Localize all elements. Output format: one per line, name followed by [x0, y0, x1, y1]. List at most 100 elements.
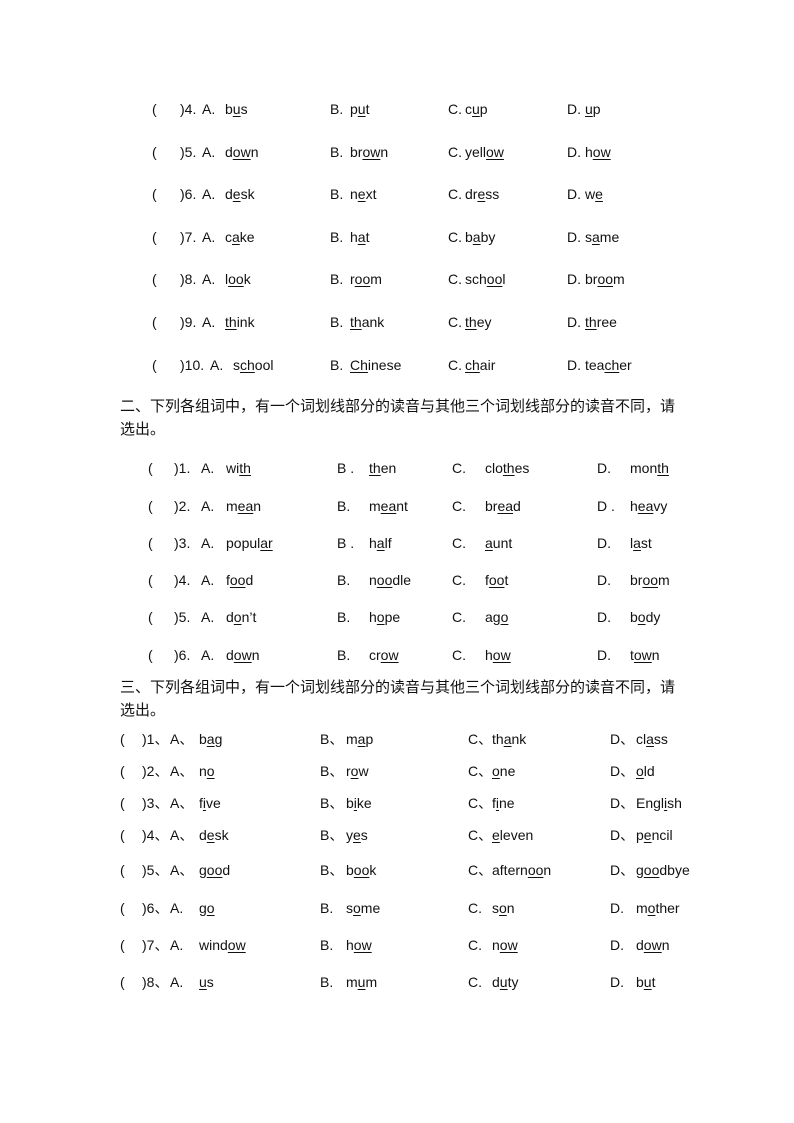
word-part: h — [346, 937, 354, 953]
word-part: d — [222, 862, 231, 878]
underlined-letters: ow — [362, 144, 381, 160]
option-label: D. — [610, 900, 624, 916]
word-part: d — [225, 144, 233, 160]
underlined-letters: oo — [643, 862, 660, 878]
word-part: ss — [653, 731, 668, 747]
option-label: A. — [210, 357, 224, 373]
underlined-letters: o — [206, 900, 215, 916]
word-part: air — [479, 357, 496, 373]
underlined-letters: ow — [232, 144, 251, 160]
underlined-letters: a — [472, 229, 481, 245]
word-part: inese — [367, 357, 402, 373]
word-part: br — [585, 271, 598, 287]
option-word: body — [630, 608, 660, 626]
option-word: cup — [465, 100, 488, 118]
question-number: )6. — [174, 647, 191, 663]
word-part: ncil — [651, 827, 673, 843]
option-word: eleven — [492, 826, 533, 844]
word-part: sch — [465, 271, 487, 287]
word-part: l — [502, 271, 506, 287]
word-part: s — [206, 974, 214, 990]
word-part: d — [245, 572, 254, 588]
option-label: A. — [170, 900, 184, 916]
option-word: broom — [630, 571, 670, 589]
word-part: me — [360, 900, 381, 916]
word-part: b — [630, 609, 638, 625]
question-number: )4、 — [142, 827, 169, 843]
option-word: down — [225, 143, 259, 161]
word-part: dle — [392, 572, 412, 588]
option-label: C. — [468, 974, 482, 990]
word-part: n — [350, 186, 358, 202]
word-part: ank — [361, 314, 385, 330]
underlined-letters: ow — [499, 937, 518, 953]
option-label: D、 — [610, 862, 635, 878]
answer-paren: ( — [120, 862, 125, 878]
underlined-letters: a — [633, 535, 641, 551]
underlined-letters: o — [637, 609, 646, 625]
word-part: clo — [485, 460, 503, 476]
option-label: B. — [330, 186, 344, 202]
word-part: p — [350, 101, 358, 117]
option-label: B、 — [320, 763, 344, 779]
word-part: wi — [226, 460, 240, 476]
option-word: goodbye — [636, 861, 690, 879]
underlined-letters: ow — [643, 937, 662, 953]
word-part: d — [636, 937, 644, 953]
word-part: p — [636, 827, 644, 843]
option-label: B、 — [320, 795, 344, 811]
word-part: h — [369, 535, 377, 551]
word-part: s — [585, 229, 592, 245]
option-word: bike — [346, 794, 372, 812]
option-label: B. — [320, 900, 334, 916]
underlined-letters: ch — [604, 357, 620, 373]
underlined-letters: oo — [642, 572, 659, 588]
word-part: unt — [492, 535, 513, 551]
underlined-letters: a — [646, 731, 654, 747]
option-word: duty — [492, 973, 518, 991]
option-label: C. — [448, 144, 462, 160]
option-word: one — [492, 762, 515, 780]
word-part: ve — [206, 795, 221, 811]
option-label: D、 — [610, 827, 635, 843]
option-label: D. — [610, 937, 624, 953]
option-label: C. — [448, 357, 462, 373]
word-part: br — [485, 498, 498, 514]
option-label: D. — [567, 357, 581, 373]
word-part: w — [585, 186, 596, 202]
option-word: up — [585, 100, 601, 118]
option-label: A. — [202, 101, 216, 117]
option-label: C、 — [468, 862, 493, 878]
option-label: B . — [337, 535, 355, 551]
answer-paren: ( — [120, 900, 125, 916]
option-label: C. — [448, 186, 462, 202]
answer-paren: ( — [148, 609, 153, 625]
option-label: D. — [567, 101, 581, 117]
option-label: A、 — [170, 731, 194, 747]
option-word: map — [346, 730, 373, 748]
option-word: clothes — [485, 459, 529, 477]
option-word: yellow — [465, 143, 504, 161]
word-part: g — [636, 862, 644, 878]
word-part: me — [599, 229, 620, 245]
word-part: dy — [645, 609, 661, 625]
question-number: )5. — [174, 609, 191, 625]
option-label: A、 — [170, 827, 194, 843]
word-part: en — [380, 460, 397, 476]
option-label: B. — [330, 144, 344, 160]
question-number: )5. — [180, 144, 197, 160]
word-part: dbye — [659, 862, 690, 878]
underlined-letters: th — [369, 460, 381, 476]
option-word: town — [630, 646, 660, 664]
underlined-letters: e — [357, 186, 366, 202]
word-part: ty — [507, 974, 519, 990]
underlined-letters: oo — [206, 862, 223, 878]
option-word: but — [636, 973, 655, 991]
option-label: B. — [330, 271, 344, 287]
underlined-letters: u — [472, 101, 480, 117]
word-part: m — [346, 731, 358, 747]
option-word: thank — [350, 313, 384, 331]
word-part: b — [346, 862, 354, 878]
option-word: good — [199, 861, 230, 879]
option-label: C. — [452, 572, 466, 588]
